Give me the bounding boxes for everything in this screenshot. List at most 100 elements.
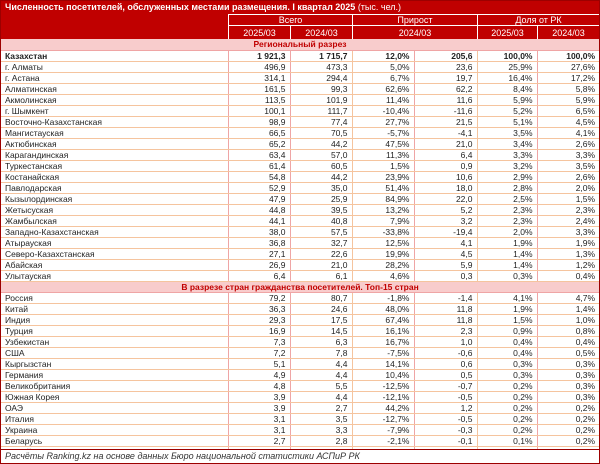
value-cell: 6,5% bbox=[537, 105, 599, 116]
row-label-cell: Узбекистан bbox=[1, 336, 228, 347]
table-row: Узбекистан7,36,316,7%1,00,4%0,4% bbox=[1, 336, 599, 347]
value-cell: 11,8 bbox=[414, 314, 477, 325]
row-label-cell: Атырауская bbox=[1, 237, 228, 248]
value-cell: 52,9 bbox=[228, 182, 290, 193]
value-cell: 77,4 bbox=[290, 116, 352, 127]
table-row: Великобритания4,85,5-12,5%-0,70,2%0,3% bbox=[1, 380, 599, 391]
report-table: Численность посетителей, обслуженных мес… bbox=[0, 0, 600, 464]
value-cell: 1,9% bbox=[477, 237, 537, 248]
value-cell: 2,0% bbox=[537, 182, 599, 193]
table-row: г. Шымкент100,1111,7-10,4%-11,65,2%6,5% bbox=[1, 105, 599, 116]
row-label-cell: Жетысуская bbox=[1, 204, 228, 215]
value-cell: 22,6 bbox=[290, 248, 352, 259]
value-cell: 1,4% bbox=[477, 259, 537, 270]
table-row: США7,27,8-7,5%-0,60,4%0,5% bbox=[1, 347, 599, 358]
value-cell: 205,6 bbox=[414, 50, 477, 61]
value-cell: 2,5% bbox=[477, 193, 537, 204]
value-cell: 6,1 bbox=[290, 270, 352, 281]
value-cell: 1 715,7 bbox=[290, 50, 352, 61]
value-cell: 36,8 bbox=[228, 237, 290, 248]
value-cell: 6,7% bbox=[352, 72, 414, 83]
row-label-cell: Туркестанская bbox=[1, 160, 228, 171]
value-cell: 3,3 bbox=[290, 424, 352, 435]
header-sub-share-2025: 2025/03 bbox=[477, 26, 537, 39]
value-cell: 14,5 bbox=[290, 325, 352, 336]
table-row: Россия79,280,7-1,8%-1,44,1%4,7% bbox=[1, 292, 599, 303]
value-cell: 32,7 bbox=[290, 237, 352, 248]
value-cell: 44,1 bbox=[228, 215, 290, 226]
value-cell: 0,6 bbox=[414, 358, 477, 369]
value-cell: 57,0 bbox=[290, 149, 352, 160]
value-cell: 314,1 bbox=[228, 72, 290, 83]
value-cell: -12,1% bbox=[352, 391, 414, 402]
source-note: Расчёты Ranking.kz на основе данных Бюро… bbox=[1, 449, 599, 463]
value-cell: -7,9% bbox=[352, 424, 414, 435]
value-cell: 5,1% bbox=[477, 116, 537, 127]
value-cell: 0,2% bbox=[537, 424, 599, 435]
value-cell: 0,3% bbox=[537, 391, 599, 402]
row-label-cell: Актюбинская bbox=[1, 138, 228, 149]
value-cell: 0,2% bbox=[477, 402, 537, 413]
value-cell: 2,6% bbox=[537, 138, 599, 149]
value-cell: 7,8 bbox=[290, 347, 352, 358]
table-row: Жетысуская44,839,513,2%5,22,3%2,3% bbox=[1, 204, 599, 215]
row-label-cell: г. Шымкент bbox=[1, 105, 228, 116]
value-cell: 3,2% bbox=[477, 160, 537, 171]
value-cell: 27,7% bbox=[352, 116, 414, 127]
value-cell: 28,2% bbox=[352, 259, 414, 270]
row-label-cell: Кыргызстан bbox=[1, 358, 228, 369]
table-row: Италия3,13,5-12,7%-0,50,2%0,2% bbox=[1, 413, 599, 424]
value-cell: 22,0 bbox=[414, 193, 477, 204]
row-label-cell: Костанайская bbox=[1, 171, 228, 182]
value-cell: 1 921,3 bbox=[228, 50, 290, 61]
value-cell: 7,3 bbox=[228, 336, 290, 347]
value-cell: 1,0 bbox=[414, 336, 477, 347]
row-label-cell: Западно-Казахстанская bbox=[1, 226, 228, 237]
value-cell: 7,9% bbox=[352, 215, 414, 226]
value-cell: 3,9 bbox=[228, 391, 290, 402]
value-cell: 16,9 bbox=[228, 325, 290, 336]
value-cell: -10,4% bbox=[352, 105, 414, 116]
table-row: Беларусь2,72,8-2,1%-0,10,1%0,2% bbox=[1, 435, 599, 446]
value-cell: 61,4 bbox=[228, 160, 290, 171]
value-cell: 4,1 bbox=[414, 237, 477, 248]
value-cell: 79,2 bbox=[228, 292, 290, 303]
value-cell: 11,3% bbox=[352, 149, 414, 160]
value-cell: 16,4% bbox=[477, 72, 537, 83]
value-cell: 47,5% bbox=[352, 138, 414, 149]
value-cell: 2,7 bbox=[290, 402, 352, 413]
row-label-cell: Германия bbox=[1, 369, 228, 380]
value-cell: 6,3 bbox=[290, 336, 352, 347]
row-label-cell: Россия bbox=[1, 292, 228, 303]
value-cell: -12,7% bbox=[352, 413, 414, 424]
value-cell: 66,5 bbox=[228, 127, 290, 138]
value-cell: 25,9% bbox=[477, 61, 537, 72]
value-cell: 4,4 bbox=[290, 391, 352, 402]
value-cell: 294,4 bbox=[290, 72, 352, 83]
value-cell: 54,8 bbox=[228, 171, 290, 182]
value-cell: 0,3% bbox=[477, 358, 537, 369]
value-cell: -19,4 bbox=[414, 226, 477, 237]
table-row: Восточно-Казахстанская98,977,427,7%21,55… bbox=[1, 116, 599, 127]
value-cell: 0,5 bbox=[414, 369, 477, 380]
table-row: Актюбинская65,244,247,5%21,03,4%2,6% bbox=[1, 138, 599, 149]
value-cell: 3,1 bbox=[228, 413, 290, 424]
value-cell: 19,7 bbox=[414, 72, 477, 83]
value-cell: 0,2% bbox=[537, 435, 599, 446]
value-cell: 17,5 bbox=[290, 314, 352, 325]
value-cell: 3,5% bbox=[537, 160, 599, 171]
value-cell: 23,6 bbox=[414, 61, 477, 72]
value-cell: 5,5 bbox=[290, 380, 352, 391]
value-cell: 44,2 bbox=[290, 138, 352, 149]
row-label-cell: Карагандинская bbox=[1, 149, 228, 160]
row-label-cell: Северо-Казахстанская bbox=[1, 248, 228, 259]
header-name-cell bbox=[1, 14, 228, 39]
value-cell: 0,2% bbox=[477, 424, 537, 435]
value-cell: 100,0% bbox=[477, 50, 537, 61]
table-row: Мангистауская66,570,5-5,7%-4,13,5%4,1% bbox=[1, 127, 599, 138]
row-label-cell: Мангистауская bbox=[1, 127, 228, 138]
value-cell: 2,7 bbox=[228, 435, 290, 446]
value-cell: 4,5% bbox=[537, 116, 599, 127]
row-label-cell: г. Астана bbox=[1, 72, 228, 83]
value-cell: 2,8% bbox=[477, 182, 537, 193]
